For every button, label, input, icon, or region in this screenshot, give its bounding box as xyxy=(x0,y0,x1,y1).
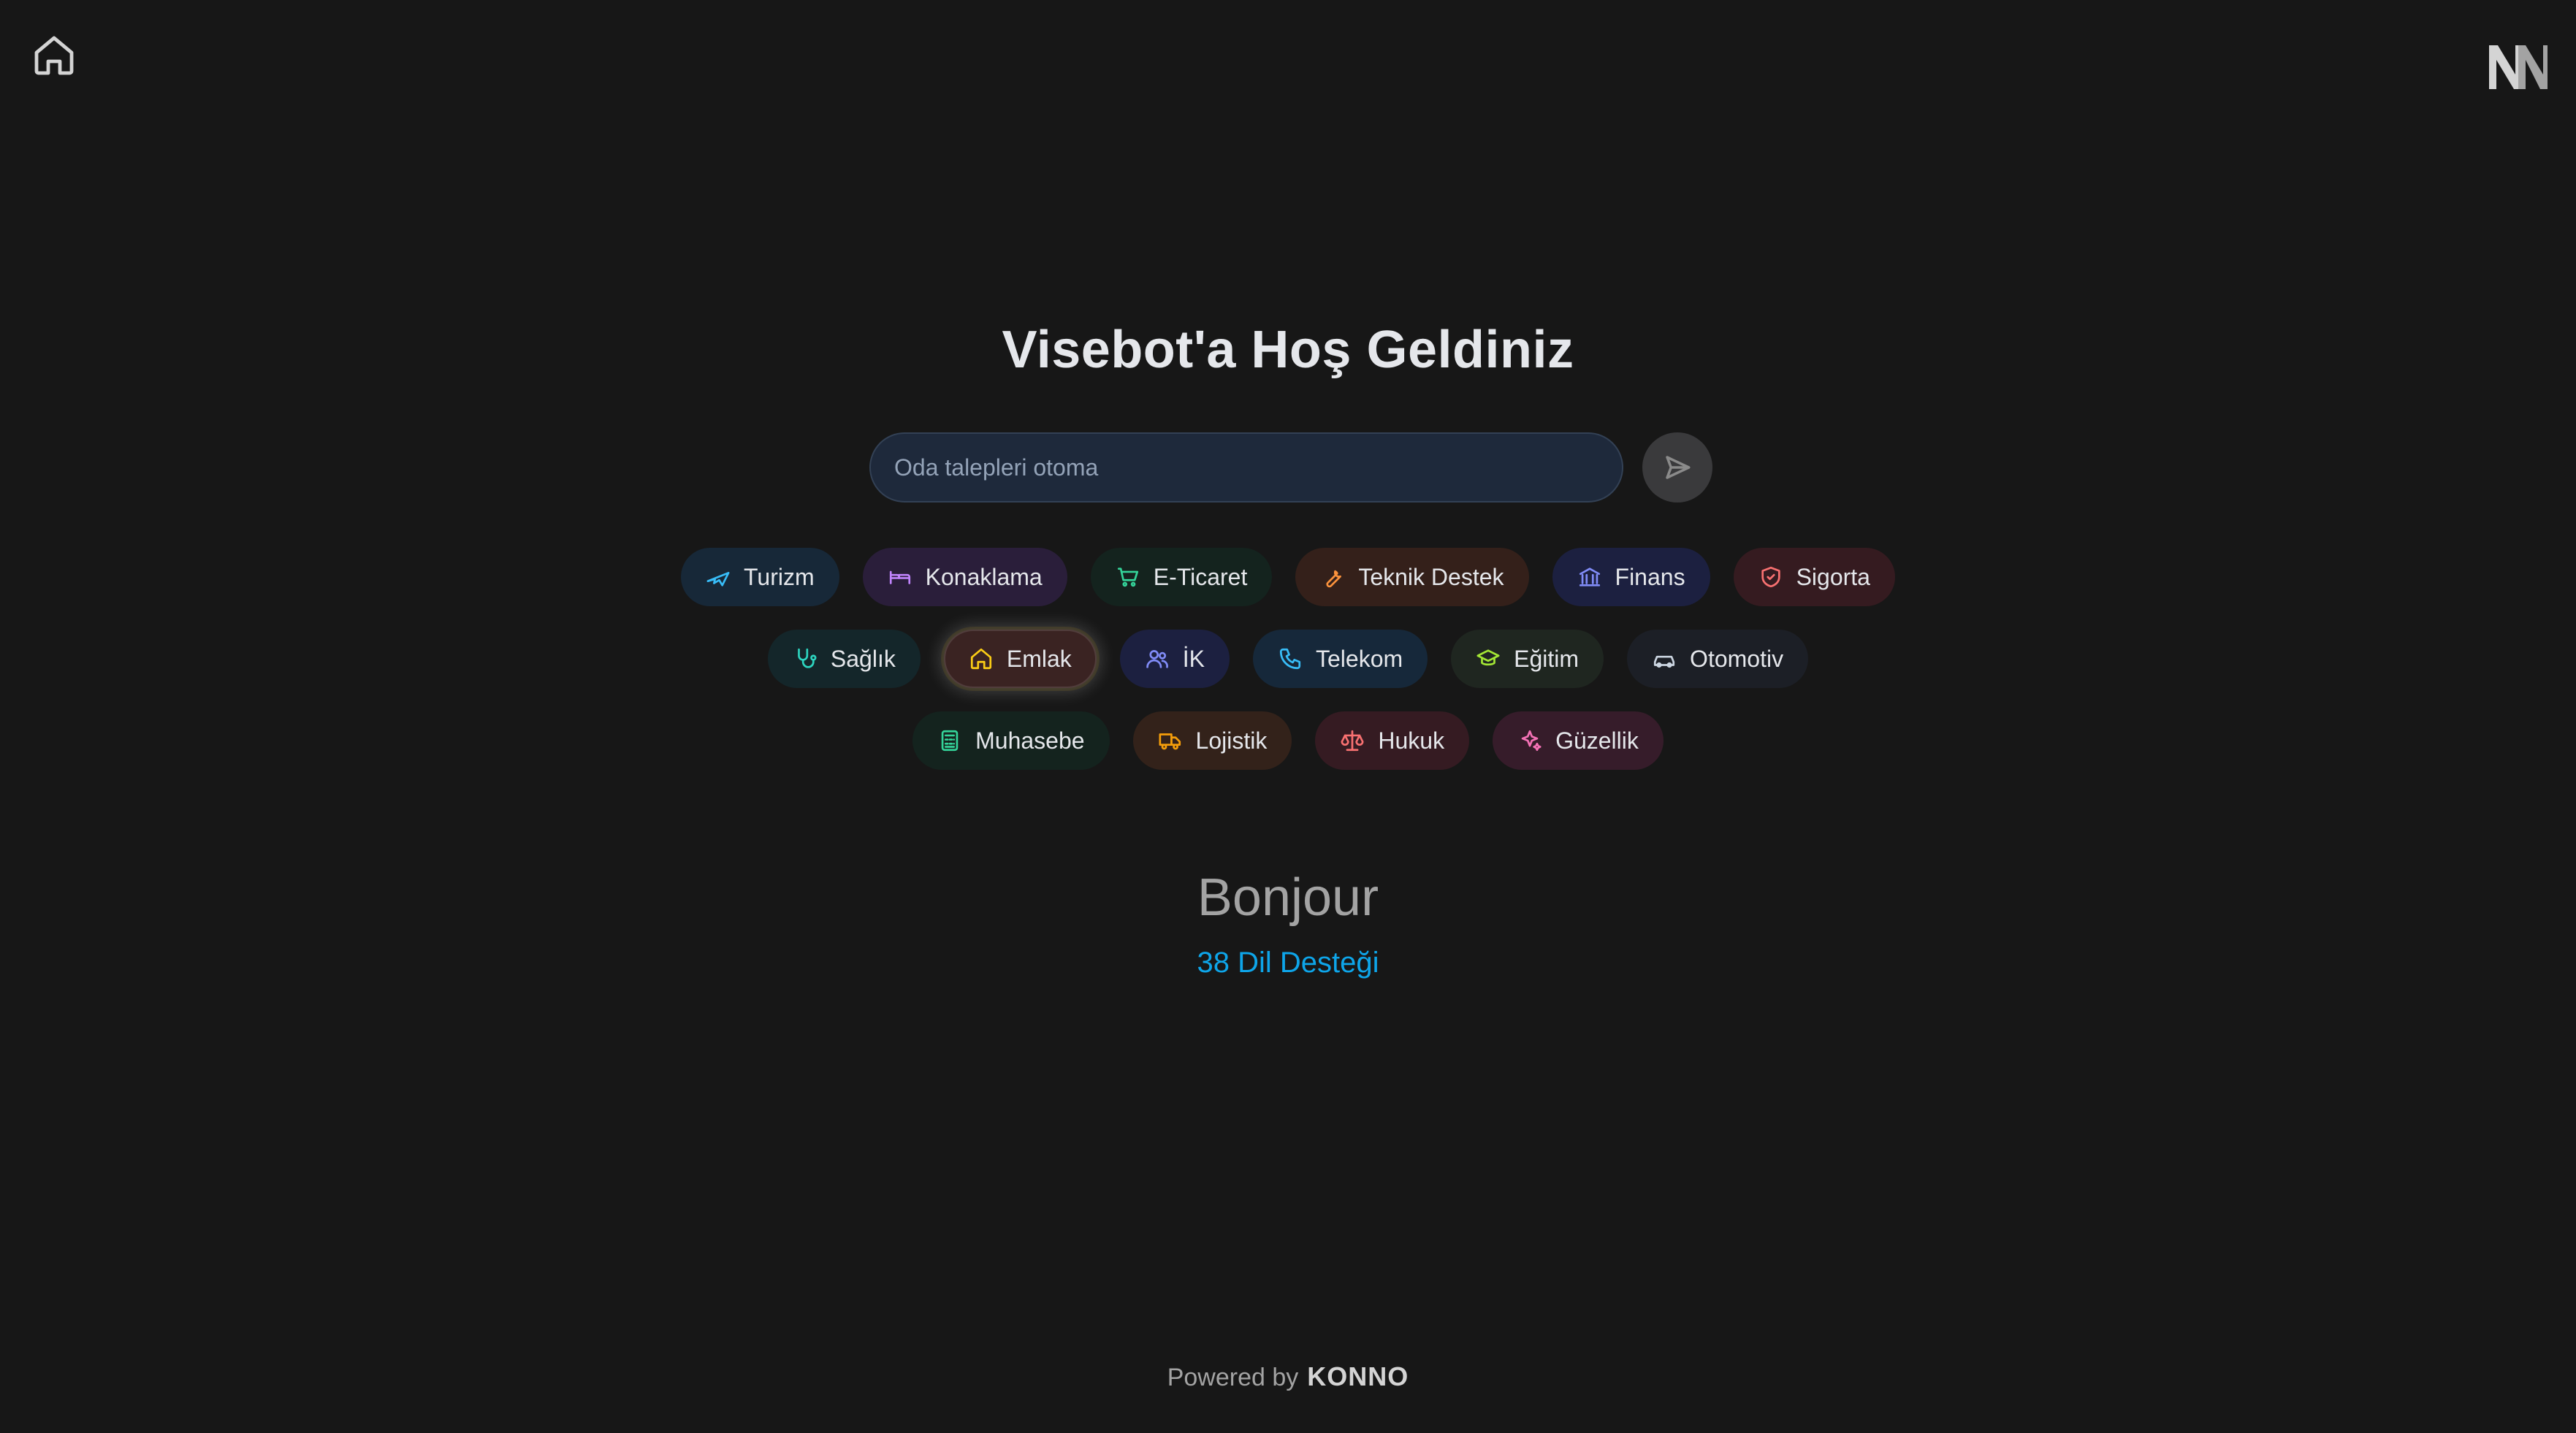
chip-label: Eğitim xyxy=(1514,645,1579,672)
chip-label: İK xyxy=(1182,645,1205,672)
category-chip-sparkles[interactable]: Güzellik xyxy=(1493,711,1664,770)
chip-label: E-Ticaret xyxy=(1153,563,1248,590)
chip-label: Emlak xyxy=(1006,645,1072,672)
category-chip-car[interactable]: Otomotiv xyxy=(1627,630,1809,688)
powered-by-footer: Powered by KONNO xyxy=(0,1361,2576,1392)
chip-label: Sağlık xyxy=(830,645,896,672)
bed-icon xyxy=(889,570,910,584)
home-button[interactable] xyxy=(29,29,79,82)
wrench-icon xyxy=(1326,570,1342,588)
chip-label: Telekom xyxy=(1315,645,1403,672)
chip-label: Turizm xyxy=(744,563,815,590)
car-icon xyxy=(1653,655,1675,668)
category-chip-shield[interactable]: Sigorta xyxy=(1733,548,1895,606)
chip-label: Hukuk xyxy=(1378,727,1445,754)
category-chip-scales[interactable]: Hukuk xyxy=(1315,711,1470,770)
brand-logo[interactable] xyxy=(2485,41,2548,93)
bank-icon xyxy=(1579,568,1600,586)
chip-row: Turizm Konaklama E-Ticaret Teknik Destek Fin… xyxy=(681,548,1895,606)
category-chip-users[interactable]: İK xyxy=(1119,630,1230,688)
chip-label: Finans xyxy=(1615,563,1685,590)
truck-icon xyxy=(1159,733,1181,750)
chip-label: Teknik Destek xyxy=(1358,563,1504,590)
category-chip-phone[interactable]: Telekom xyxy=(1252,630,1428,688)
chip-label: Muhasebe xyxy=(975,727,1085,754)
category-chip-graduation-cap[interactable]: Eğitim xyxy=(1451,630,1604,688)
chip-label: Lojistik xyxy=(1195,727,1268,754)
scales-icon xyxy=(1341,730,1364,752)
search-row xyxy=(869,432,1712,502)
category-chip-house[interactable]: Emlak xyxy=(943,630,1097,688)
category-chip-truck[interactable]: Lojistik xyxy=(1132,711,1292,770)
category-chips: Turizm Konaklama E-Ticaret Teknik Destek Fin… xyxy=(0,548,2576,770)
chip-label: Otomotiv xyxy=(1690,645,1784,672)
powered-by-label: Powered by xyxy=(1167,1364,1299,1391)
language-support-link[interactable]: 38 Dil Desteği xyxy=(0,947,2576,979)
brand-n-logo-icon xyxy=(2489,45,2548,89)
send-icon xyxy=(1666,456,1691,479)
shield-icon xyxy=(1761,566,1780,588)
greeting-text: Bonjour xyxy=(1197,868,1379,927)
cart-icon xyxy=(1117,568,1138,587)
chip-row: Muhasebe Lojistik Hukuk Güzellik xyxy=(912,711,1664,770)
chip-row: Sağlık Emlak İK Telekom Eğitim Otomotiv xyxy=(767,630,1809,688)
graduation-cap-icon xyxy=(1476,649,1500,666)
category-chip-bank[interactable]: Finans xyxy=(1552,548,1710,606)
page: Visebot'a Hoş Geldiniz Turizm Konaklama E-… xyxy=(0,0,2576,1433)
category-chip-calculator[interactable]: Muhasebe xyxy=(912,711,1110,770)
stethoscope-icon xyxy=(798,648,817,668)
phone-icon xyxy=(1279,648,1301,670)
category-chip-plane[interactable]: Turizm xyxy=(681,548,839,606)
category-chip-wrench[interactable]: Teknik Destek xyxy=(1295,548,1529,606)
chip-label: Sigorta xyxy=(1796,563,1870,590)
house-icon xyxy=(970,648,991,670)
footer-brand[interactable]: KONNO xyxy=(1307,1361,1409,1392)
category-chip-cart[interactable]: E-Ticaret xyxy=(1090,548,1273,606)
page-title: Visebot'a Hoş Geldiniz xyxy=(1002,321,1574,379)
plane-icon xyxy=(706,571,730,586)
send-button[interactable] xyxy=(1642,432,1712,502)
calculator-icon xyxy=(941,730,959,752)
sparkles-icon xyxy=(1521,730,1542,752)
chip-label: Konaklama xyxy=(925,563,1043,590)
category-chip-bed[interactable]: Konaklama xyxy=(862,548,1067,606)
home-icon xyxy=(34,36,74,75)
category-chip-stethoscope[interactable]: Sağlık xyxy=(767,630,921,688)
chat-input[interactable] xyxy=(869,432,1623,502)
users-icon xyxy=(1146,650,1168,668)
chip-label: Güzellik xyxy=(1555,727,1639,754)
